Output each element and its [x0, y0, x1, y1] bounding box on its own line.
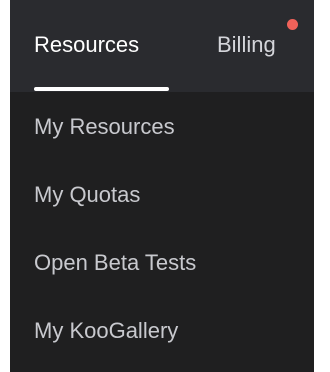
menu-item-my-koogallery[interactable]: My KooGallery [10, 296, 314, 364]
active-tab-indicator [34, 87, 169, 91]
tab-bar: Resources Billing [10, 0, 314, 92]
menu-item-my-resources[interactable]: My Resources [10, 92, 314, 160]
menu-list: My Resources My Quotas Open Beta Tests M… [10, 92, 314, 364]
tab-resources[interactable]: Resources [34, 31, 139, 59]
menu-item-open-beta-tests[interactable]: Open Beta Tests [10, 228, 314, 296]
resources-dropdown-menu: Resources Billing My Resources My Quotas… [10, 0, 314, 372]
menu-item-my-quotas[interactable]: My Quotas [10, 160, 314, 228]
notification-dot-icon [287, 19, 298, 30]
tab-billing[interactable]: Billing [217, 31, 276, 59]
